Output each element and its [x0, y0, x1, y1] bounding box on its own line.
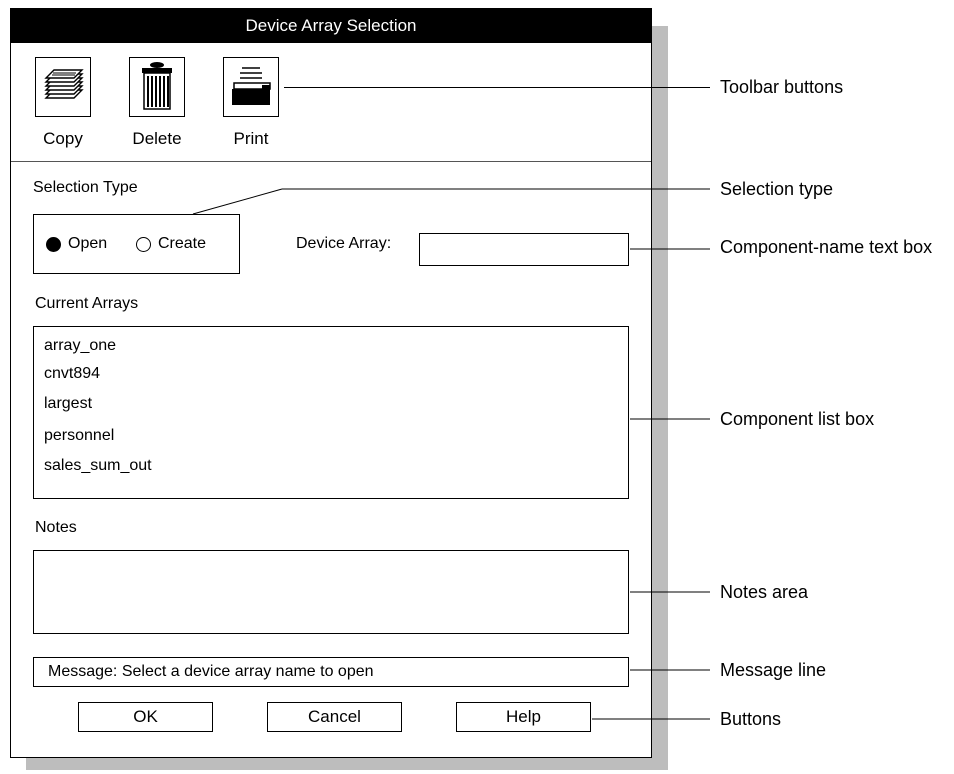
callout-notes-area: Notes area	[720, 582, 809, 602]
callout-message-line: Message line	[720, 660, 827, 680]
callout-line-selection-diagonal	[192, 188, 283, 215]
callout-component-list: Component list box	[720, 409, 875, 429]
callout-selection-type: Selection type	[720, 179, 834, 199]
callout-component-name: Component-name text box	[720, 237, 933, 257]
callout-lines-svg	[192, 188, 710, 720]
callout-toolbar-buttons: Toolbar buttons	[720, 77, 844, 97]
callout-buttons: Buttons	[720, 709, 782, 729]
